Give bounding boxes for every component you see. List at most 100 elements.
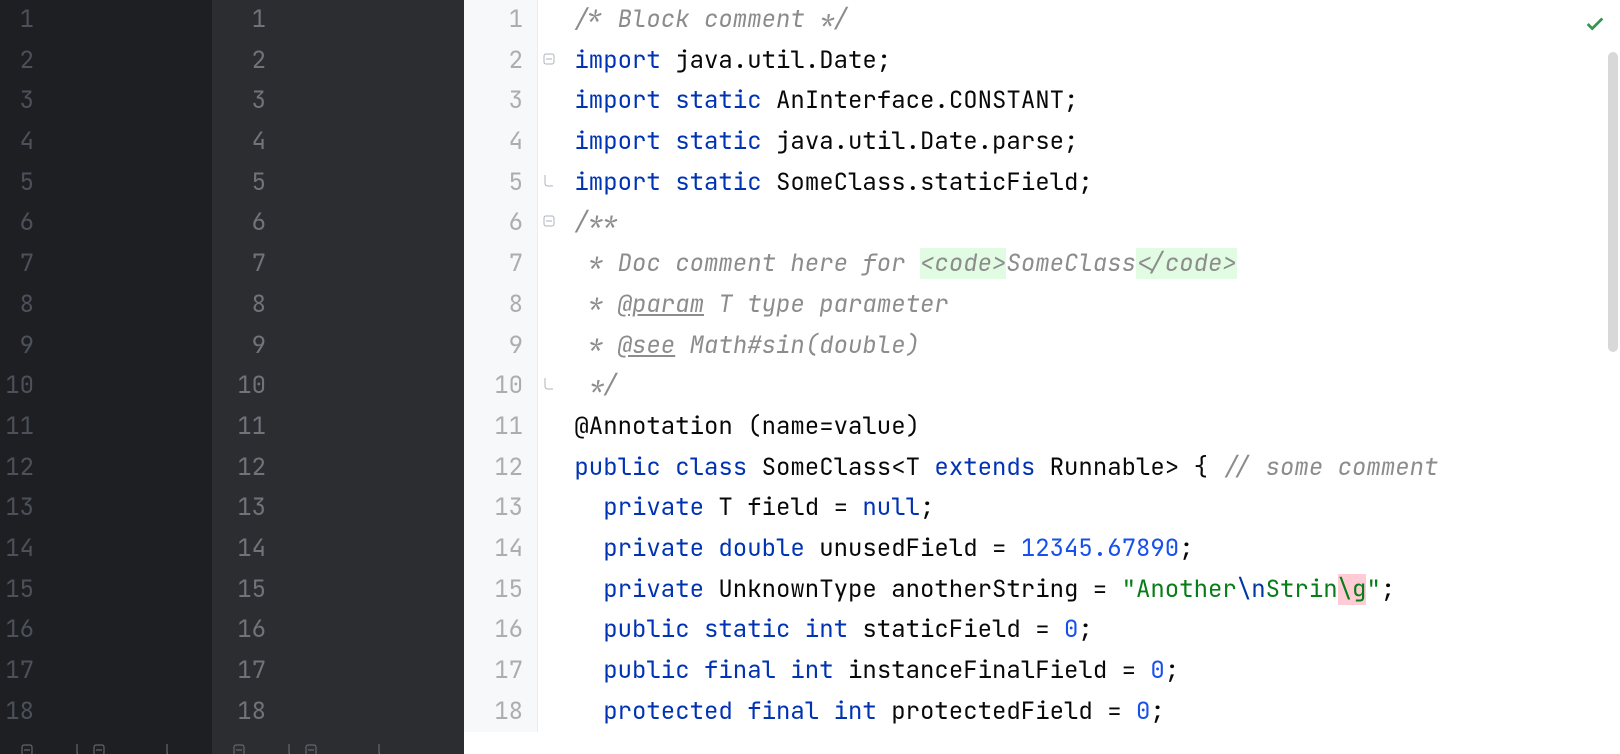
code-line[interactable]: protected final int protectedField = 0;	[560, 692, 1438, 733]
line-number: 17	[212, 651, 276, 692]
fold-toggle	[180, 732, 198, 754]
code-line[interactable]: private T field = null;	[560, 488, 1438, 529]
line-number: 4	[212, 122, 276, 163]
fold-toggle	[0, 732, 18, 754]
line-number: 14	[464, 529, 537, 570]
fold-toggle	[356, 732, 374, 754]
line-number: 18	[0, 692, 44, 733]
line-number: 8	[0, 285, 44, 326]
line-number: 1	[212, 0, 276, 41]
fold-toggle	[538, 488, 560, 529]
fold-toggle	[538, 407, 560, 448]
fold-toggle[interactable]	[162, 732, 180, 754]
code-line[interactable]: public final int instanceFinalField = 0;	[560, 651, 1438, 692]
code-line[interactable]: /**	[560, 203, 1438, 244]
fold-toggle	[392, 732, 410, 754]
fold-toggle	[538, 651, 560, 692]
fold-toggle	[266, 732, 284, 754]
editor-pane-dark-1[interactable]: 123456789101112131415161718/* Blocimport…	[0, 0, 212, 754]
code-line[interactable]: @Annotation (name=value)	[560, 407, 1438, 448]
fold-toggle	[248, 732, 266, 754]
fold-toggle	[538, 244, 560, 285]
fold-toggle	[320, 732, 338, 754]
code-line[interactable]: private double unusedField = 12345.67890…	[560, 529, 1438, 570]
code-line[interactable]: * Doc comment here for <code>SomeClass</…	[560, 244, 1438, 285]
line-number: 2	[0, 41, 44, 82]
line-number: 6	[464, 203, 537, 244]
fold-toggle	[410, 732, 428, 754]
line-number: 6	[0, 203, 44, 244]
inspection-ok-icon	[1584, 8, 1606, 43]
editor-pane-light[interactable]: 123456789101112131415161718 /* Block com…	[464, 0, 1620, 754]
line-number: 9	[464, 326, 537, 367]
fold-toggle[interactable]	[284, 732, 302, 754]
fold-toggle	[428, 732, 446, 754]
fold-gutter	[538, 0, 560, 732]
fold-toggle	[538, 570, 560, 611]
line-number: 5	[464, 163, 537, 204]
fold-toggle	[144, 732, 162, 754]
fold-toggle	[446, 732, 464, 754]
fold-toggle[interactable]	[538, 41, 560, 82]
fold-toggle	[108, 732, 126, 754]
fold-toggle	[538, 448, 560, 489]
code-line[interactable]: import static java.util.Date.parse;	[560, 122, 1438, 163]
line-number: 13	[212, 488, 276, 529]
line-number: 15	[212, 570, 276, 611]
line-number: 6	[212, 203, 276, 244]
code-line[interactable]: public class SomeClass<T extends Runnabl…	[560, 448, 1438, 489]
fold-toggle[interactable]	[72, 732, 90, 754]
line-number: 8	[464, 285, 537, 326]
line-number: 7	[464, 244, 537, 285]
code-line[interactable]: /* Block comment */	[560, 0, 1438, 41]
fold-toggle[interactable]	[374, 732, 392, 754]
line-number: 15	[0, 570, 44, 611]
fold-toggle	[126, 732, 144, 754]
fold-toggle	[36, 732, 54, 754]
line-number: 12	[464, 448, 537, 489]
line-number: 18	[464, 692, 537, 733]
line-number: 3	[0, 81, 44, 122]
fold-toggle[interactable]	[18, 732, 36, 754]
fold-toggle[interactable]	[230, 732, 248, 754]
line-number: 16	[464, 610, 537, 651]
code-line[interactable]: * @see Math#sin(double)	[560, 326, 1438, 367]
code-line[interactable]: */	[560, 366, 1438, 407]
line-number: 7	[0, 244, 44, 285]
code-line[interactable]: private UnknownType anotherString = "Ano…	[560, 570, 1438, 611]
line-number: 11	[0, 407, 44, 448]
line-number: 5	[212, 163, 276, 204]
line-number: 8	[212, 285, 276, 326]
fold-toggle[interactable]	[538, 366, 560, 407]
line-number: 9	[212, 326, 276, 367]
line-number: 1	[464, 0, 537, 41]
line-number: 5	[0, 163, 44, 204]
fold-toggle[interactable]	[538, 163, 560, 204]
editor-pane-dark-2[interactable]: 123456789101112131415161718/* Blocimport…	[212, 0, 464, 754]
fold-toggle	[538, 529, 560, 570]
line-number: 4	[464, 122, 537, 163]
line-number: 7	[212, 244, 276, 285]
line-number: 2	[464, 41, 537, 82]
line-number: 9	[0, 326, 44, 367]
code-line[interactable]: import static AnInterface.CONSTANT;	[560, 81, 1438, 122]
code-line[interactable]: import java.util.Date;	[560, 41, 1438, 82]
vertical-scrollbar[interactable]	[1608, 52, 1618, 352]
line-number-gutter: 123456789101112131415161718	[0, 0, 44, 732]
fold-toggle	[538, 285, 560, 326]
line-number: 16	[212, 610, 276, 651]
line-number: 17	[464, 651, 537, 692]
code-line[interactable]: import static SomeClass.staticField;	[560, 163, 1438, 204]
code-content[interactable]: /* Block comment */ import java.util.Dat…	[560, 0, 1438, 732]
fold-toggle	[212, 732, 230, 754]
fold-toggle	[538, 122, 560, 163]
code-line[interactable]: * @param T type parameter	[560, 285, 1438, 326]
line-number: 4	[0, 122, 44, 163]
fold-toggle[interactable]	[90, 732, 108, 754]
line-number: 14	[212, 529, 276, 570]
code-line[interactable]: public static int staticField = 0;	[560, 610, 1438, 651]
fold-toggle[interactable]	[538, 203, 560, 244]
fold-toggle[interactable]	[302, 732, 320, 754]
fold-toggle	[338, 732, 356, 754]
fold-toggle	[538, 692, 560, 733]
